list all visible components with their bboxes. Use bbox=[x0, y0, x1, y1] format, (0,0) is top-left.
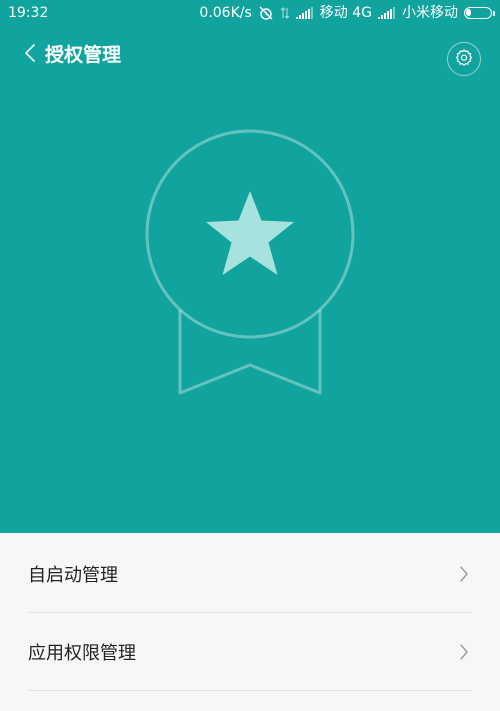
title-bar: 授权管理 bbox=[0, 36, 500, 76]
list-item-app-permissions[interactable]: 应用权限管理 bbox=[28, 613, 472, 691]
battery-icon bbox=[464, 7, 495, 19]
badge-star-icon bbox=[140, 125, 360, 400]
settings-button[interactable] bbox=[447, 42, 481, 76]
chevron-left-icon bbox=[24, 43, 36, 67]
carrier-1: 移动 4G bbox=[319, 5, 372, 21]
gear-icon bbox=[455, 48, 473, 70]
chevron-right-icon bbox=[456, 564, 472, 584]
signal-icon bbox=[378, 7, 396, 19]
chevron-right-icon bbox=[456, 642, 472, 662]
settings-list: 自启动管理 应用权限管理 bbox=[0, 533, 500, 711]
carrier-2: 小米移动 bbox=[402, 5, 458, 21]
alarm-off-icon bbox=[258, 5, 274, 21]
status-bar: 19:32 0.06K/s 移动 4G 小米移动 bbox=[0, 0, 500, 26]
network-speed: 0.06K/s bbox=[199, 5, 252, 21]
list-item-autostart[interactable]: 自启动管理 bbox=[28, 535, 472, 613]
status-time: 19:32 bbox=[8, 5, 49, 21]
list-item-label: 自启动管理 bbox=[28, 564, 118, 586]
list-item-label: 应用权限管理 bbox=[28, 642, 136, 664]
back-button[interactable] bbox=[16, 40, 44, 70]
status-right-group: 0.06K/s 移动 4G 小米移动 bbox=[199, 0, 495, 26]
data-arrows-icon bbox=[280, 6, 290, 20]
page-title: 授权管理 bbox=[45, 44, 122, 66]
signal-icon bbox=[295, 7, 314, 19]
hero-section: 19:32 0.06K/s 移动 4G 小米移动 授权管理 bbox=[0, 0, 500, 533]
